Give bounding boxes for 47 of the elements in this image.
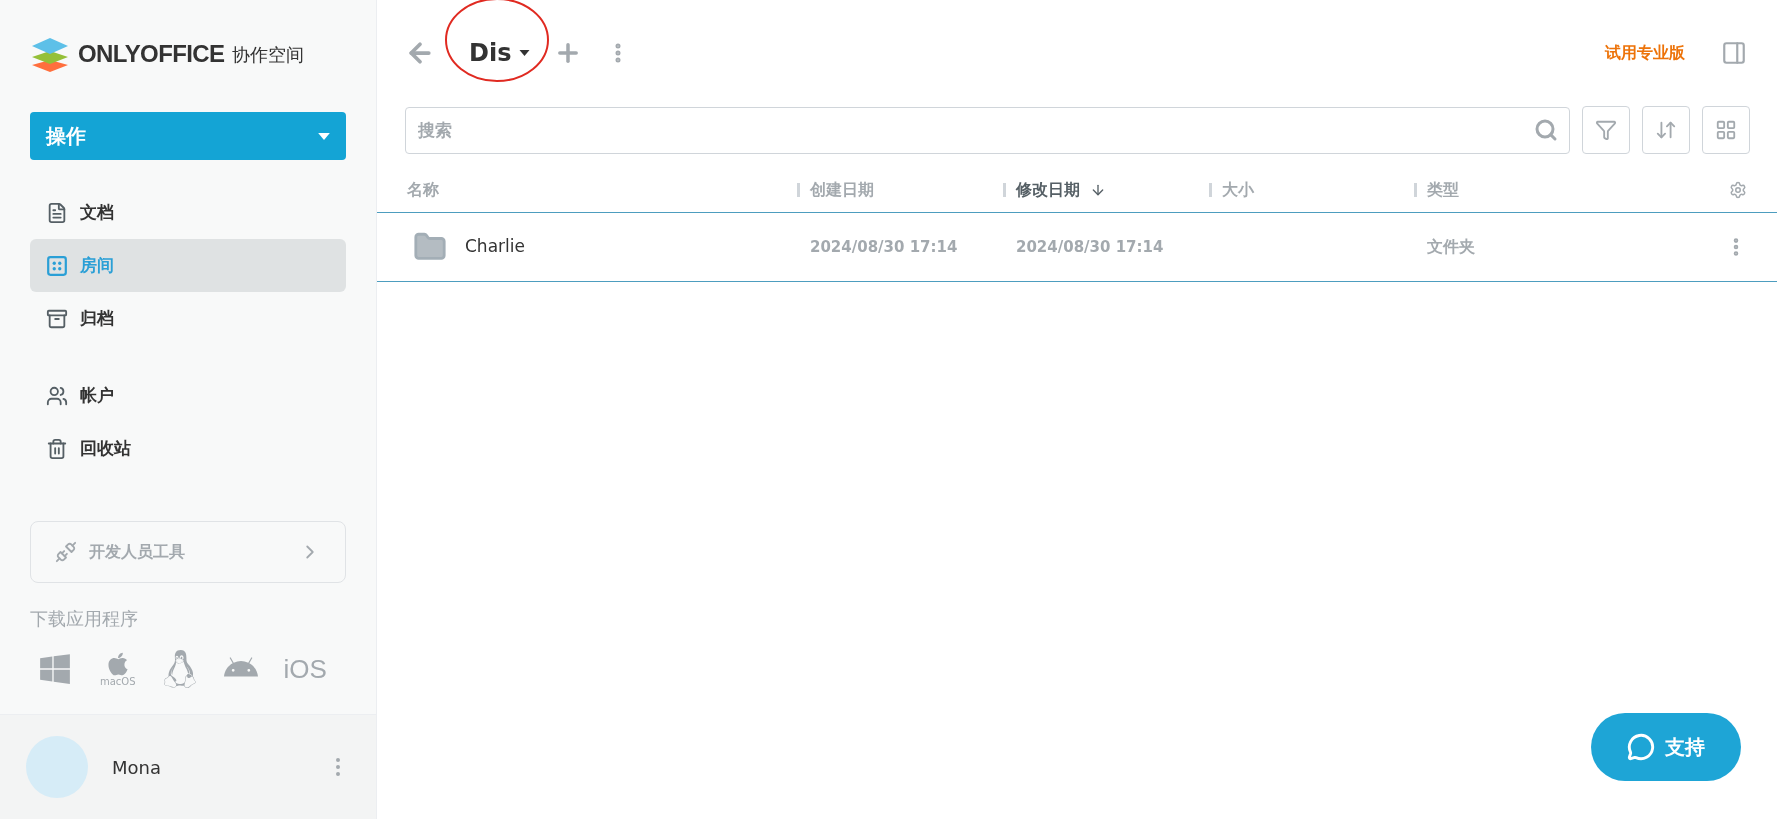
filter-button[interactable]	[1582, 106, 1630, 154]
column-header[interactable]: 大小	[1222, 178, 1254, 202]
sidebar-item[interactable]: 文档	[30, 186, 346, 239]
settings-icon[interactable]	[1729, 181, 1747, 199]
column-header[interactable]: 修改日期	[1016, 178, 1080, 202]
column-header[interactable]: 名称	[407, 178, 439, 202]
user-name: Mona	[112, 755, 162, 780]
search-field[interactable]: 搜索	[405, 106, 1570, 154]
sidebar-item[interactable]: 归档	[30, 292, 346, 345]
table-row[interactable]: Charlie 2024/08/30 17:14 2024/08/30 17:14 文件夹	[377, 213, 1777, 282]
archive-icon	[46, 307, 68, 330]
table-cell-text: 2024/08/30 17:14	[1015, 236, 1165, 258]
people-icon	[46, 384, 68, 407]
ios-download-link[interactable]: iOS	[283, 649, 327, 689]
sort-arrows-icon	[1655, 119, 1677, 141]
brand-name: ONLYOFFICE	[78, 39, 225, 69]
funnel-icon	[1595, 119, 1617, 141]
trash-icon	[46, 437, 68, 460]
caret-down-icon[interactable]	[519, 50, 531, 56]
support-button[interactable]: 支持	[1591, 713, 1741, 781]
trial-link[interactable]: 试用专业版	[1605, 41, 1685, 65]
macos-download-link[interactable]: macOS	[100, 651, 136, 687]
document-icon	[46, 201, 68, 224]
sort-button[interactable]	[1642, 106, 1690, 154]
folder-title[interactable]: Dis	[469, 35, 512, 71]
caret-down-icon	[318, 132, 330, 140]
view-toggle-button[interactable]	[1702, 106, 1750, 154]
side-panel-icon[interactable]	[1721, 40, 1747, 66]
table-cell-text: 文件夹	[1426, 236, 1476, 258]
column-header[interactable]: 创建日期	[810, 178, 874, 202]
search-icon[interactable]	[1534, 117, 1558, 142]
table-cell-text: 2024/08/30 17:14	[809, 236, 959, 258]
room-grid-icon	[46, 254, 68, 277]
plug-icon	[55, 541, 77, 563]
file-name: Charlie	[465, 235, 525, 259]
sidebar-item[interactable]: 房间	[30, 239, 346, 292]
product-name: 协作空间	[232, 42, 305, 67]
sidebar-item[interactable]: 帐户	[30, 369, 346, 422]
chat-bubble-icon	[1627, 733, 1655, 761]
sidebar-item[interactable]: 回收站	[30, 422, 346, 475]
grid-icon	[1715, 119, 1737, 141]
penguin-icon[interactable]	[161, 650, 198, 688]
sort-descending-icon	[1090, 182, 1106, 198]
download-apps-title: 下载应用程序	[30, 607, 139, 631]
developer-tools-button[interactable]: 开发人员工具	[30, 521, 346, 583]
column-header[interactable]: 类型	[1427, 178, 1459, 202]
actions-button[interactable]: 操作	[30, 112, 346, 160]
